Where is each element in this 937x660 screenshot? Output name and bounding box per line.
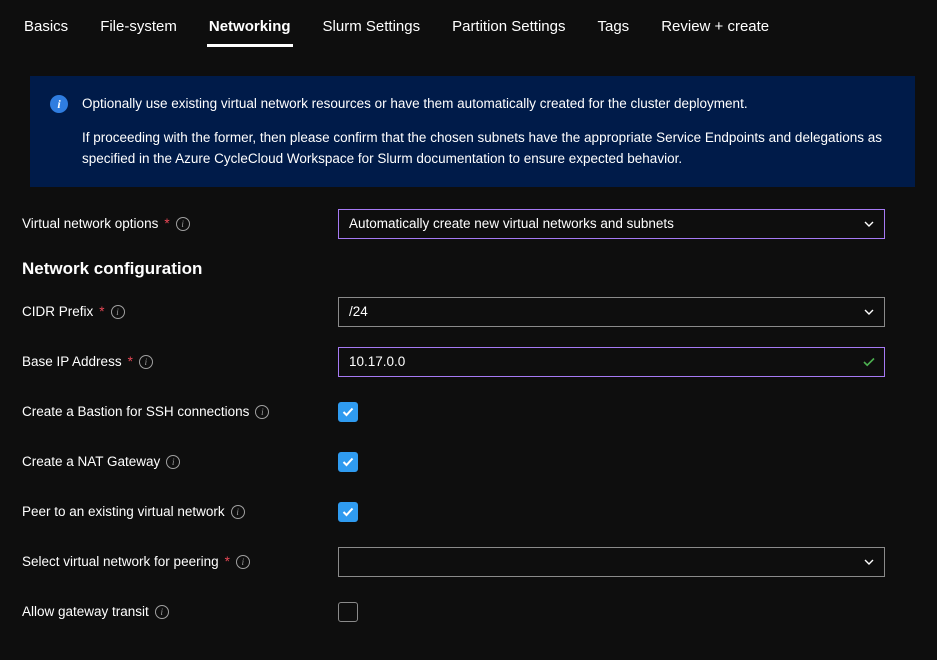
valid-check-icon — [862, 355, 876, 369]
tab-networking[interactable]: Networking — [207, 10, 293, 47]
tab-review-create[interactable]: Review + create — [659, 10, 771, 47]
network-configuration-heading: Network configuration — [22, 259, 915, 279]
chevron-down-icon — [862, 305, 876, 319]
vnet-options-value: Automatically create new virtual network… — [349, 216, 674, 231]
tab-basics[interactable]: Basics — [22, 10, 70, 47]
required-indicator: * — [99, 304, 104, 319]
vnet-options-select[interactable]: Automatically create new virtual network… — [338, 209, 885, 239]
networking-form: Virtual network options * i Automaticall… — [0, 187, 937, 627]
peer-vnet-checkbox[interactable] — [338, 502, 358, 522]
tab-partition-settings[interactable]: Partition Settings — [450, 10, 567, 47]
chevron-down-icon — [862, 217, 876, 231]
peer-select-label: Select virtual network for peering — [22, 554, 219, 569]
nat-gateway-checkbox[interactable] — [338, 452, 358, 472]
required-indicator: * — [128, 354, 133, 369]
tab-bar: Basics File-system Networking Slurm Sett… — [0, 0, 937, 48]
tab-slurm-settings[interactable]: Slurm Settings — [321, 10, 423, 47]
help-icon[interactable]: i — [166, 455, 180, 469]
info-icon: i — [50, 95, 68, 113]
info-banner-text: Optionally use existing virtual network … — [82, 94, 895, 169]
chevron-down-icon — [862, 555, 876, 569]
help-icon[interactable]: i — [231, 505, 245, 519]
help-icon[interactable]: i — [176, 217, 190, 231]
help-icon[interactable]: i — [111, 305, 125, 319]
required-indicator: * — [164, 216, 169, 231]
cidr-prefix-label: CIDR Prefix — [22, 304, 93, 319]
cidr-prefix-select[interactable]: /24 — [338, 297, 885, 327]
cidr-prefix-value: /24 — [349, 304, 368, 319]
vnet-options-label: Virtual network options — [22, 216, 158, 231]
help-icon[interactable]: i — [255, 405, 269, 419]
info-banner: i Optionally use existing virtual networ… — [30, 76, 915, 187]
info-line-2: If proceeding with the former, then plea… — [82, 128, 895, 169]
peer-vnet-label: Peer to an existing virtual network — [22, 504, 225, 519]
tab-file-system[interactable]: File-system — [98, 10, 179, 47]
gateway-transit-label: Allow gateway transit — [22, 604, 149, 619]
bastion-checkbox[interactable] — [338, 402, 358, 422]
help-icon[interactable]: i — [236, 555, 250, 569]
required-indicator: * — [225, 554, 230, 569]
tab-tags[interactable]: Tags — [596, 10, 632, 47]
bastion-label: Create a Bastion for SSH connections — [22, 404, 249, 419]
help-icon[interactable]: i — [155, 605, 169, 619]
gateway-transit-checkbox[interactable] — [338, 602, 358, 622]
help-icon[interactable]: i — [139, 355, 153, 369]
base-ip-input[interactable]: 10.17.0.0 — [338, 347, 885, 377]
info-line-1: Optionally use existing virtual network … — [82, 94, 895, 114]
base-ip-label: Base IP Address — [22, 354, 122, 369]
nat-gateway-label: Create a NAT Gateway — [22, 454, 160, 469]
base-ip-value: 10.17.0.0 — [349, 354, 405, 369]
peer-select[interactable] — [338, 547, 885, 577]
